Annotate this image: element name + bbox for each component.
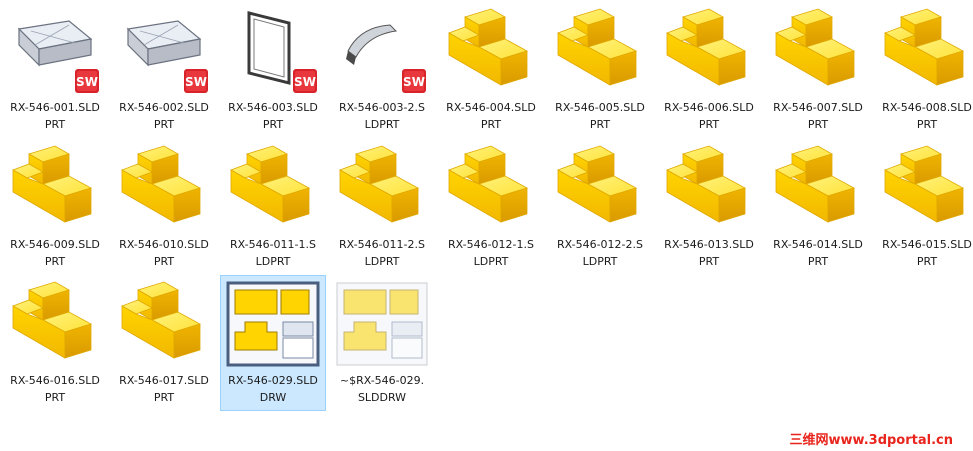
solidworks-part-icon (770, 7, 866, 95)
solidworks-part-icon (770, 144, 866, 232)
file-item[interactable]: RX-546-009.SLD PRT (2, 139, 108, 275)
file-item[interactable]: RX-546-017.SLD PRT (111, 275, 217, 411)
sheetmetal-part-thumbnail: SW (116, 7, 212, 95)
file-grid: SW RX-546-001.SLD PRT SW RX-546-002.SLD … (0, 0, 973, 451)
file-item[interactable]: ~$RX-546-029. SLDDRW (329, 275, 435, 411)
solidworks-part-icon (552, 7, 648, 95)
solidworks-part-icon (7, 144, 103, 232)
file-item[interactable]: RX-546-005.SLD PRT (547, 2, 653, 138)
solidworks-part-icon (116, 144, 212, 232)
curved-part-thumbnail: SW (334, 7, 430, 95)
solidworks-part-icon (552, 144, 648, 232)
file-name-label: RX-546-005.SLD PRT (555, 101, 645, 131)
file-item[interactable]: RX-546-011-2.S LDPRT (329, 139, 435, 275)
frame-part-thumbnail: SW (225, 7, 321, 95)
file-name-label: RX-546-002.SLD PRT (119, 101, 209, 131)
solidworks-part-icon (334, 144, 430, 232)
file-name-label: RX-546-007.SLD PRT (773, 101, 863, 131)
file-item[interactable]: SW RX-546-003.SLD PRT (220, 2, 326, 138)
svg-text:SW: SW (294, 75, 316, 89)
file-name-label: RX-546-012-1.S LDPRT (447, 238, 534, 268)
file-name-label: RX-546-004.SLD PRT (446, 101, 536, 131)
file-item[interactable]: RX-546-012-2.S LDPRT (547, 139, 653, 275)
file-item[interactable]: RX-546-007.SLD PRT (765, 2, 871, 138)
file-item[interactable]: RX-546-006.SLD PRT (656, 2, 762, 138)
solidworks-part-icon (879, 7, 973, 95)
file-item[interactable]: RX-546-008.SLD PRT (874, 2, 973, 138)
file-item[interactable]: RX-546-014.SLD PRT (765, 139, 871, 275)
file-item[interactable]: RX-546-011-1.S LDPRT (220, 139, 326, 275)
file-item[interactable]: RX-546-015.SLD PRT (874, 139, 973, 275)
sheetmetal-part-thumbnail: SW (7, 7, 103, 95)
file-name-label: RX-546-011-1.S LDPRT (229, 238, 316, 268)
svg-text:SW: SW (76, 75, 98, 89)
solidworks-part-icon (879, 144, 973, 232)
file-name-label: RX-546-011-2.S LDPRT (338, 238, 425, 268)
svg-text:SW: SW (185, 75, 207, 89)
file-name-label: RX-546-006.SLD PRT (664, 101, 754, 131)
file-item[interactable]: RX-546-004.SLD PRT (438, 2, 544, 138)
file-item[interactable]: RX-546-012-1.S LDPRT (438, 139, 544, 275)
file-name-label: RX-546-009.SLD PRT (10, 238, 100, 268)
solidworks-part-icon (443, 7, 539, 95)
watermark-text: 三维网www.3dportal.cn (789, 433, 953, 448)
file-name-label: RX-546-015.SLD PRT (882, 238, 972, 268)
file-item[interactable]: RX-546-013.SLD PRT (656, 139, 762, 275)
file-item[interactable]: SW RX-546-002.SLD PRT (111, 2, 217, 138)
file-name-label: RX-546-013.SLD PRT (664, 238, 754, 268)
solidworks-part-icon (661, 144, 757, 232)
file-name-label: RX-546-029.SLD DRW (228, 374, 318, 404)
solidworks-part-icon (661, 7, 757, 95)
solidworks-part-icon (443, 144, 539, 232)
file-name-label: RX-546-016.SLD PRT (10, 374, 100, 404)
solidworks-drawing-temp-icon (334, 280, 430, 368)
file-item[interactable]: RX-546-016.SLD PRT (2, 275, 108, 411)
file-name-label: RX-546-001.SLD PRT (10, 101, 100, 131)
file-name-label: RX-546-017.SLD PRT (119, 374, 209, 404)
file-name-label: RX-546-003.SLD PRT (228, 101, 318, 131)
solidworks-part-icon (225, 144, 321, 232)
solidworks-part-icon (7, 280, 103, 368)
file-item[interactable]: RX-546-029.SLD DRW (220, 275, 326, 411)
file-name-label: ~$RX-546-029. SLDDRW (339, 374, 425, 404)
file-name-label: RX-546-008.SLD PRT (882, 101, 972, 131)
solidworks-part-icon (116, 280, 212, 368)
file-name-label: RX-546-014.SLD PRT (773, 238, 863, 268)
solidworks-drawing-icon (225, 280, 321, 368)
svg-text:SW: SW (403, 75, 425, 89)
file-name-label: RX-546-010.SLD PRT (119, 238, 209, 268)
file-item[interactable]: SW RX-546-003-2.S LDPRT (329, 2, 435, 138)
file-name-label: RX-546-012-2.S LDPRT (556, 238, 643, 268)
file-item[interactable]: SW RX-546-001.SLD PRT (2, 2, 108, 138)
file-name-label: RX-546-003-2.S LDPRT (338, 101, 425, 131)
file-item[interactable]: RX-546-010.SLD PRT (111, 139, 217, 275)
